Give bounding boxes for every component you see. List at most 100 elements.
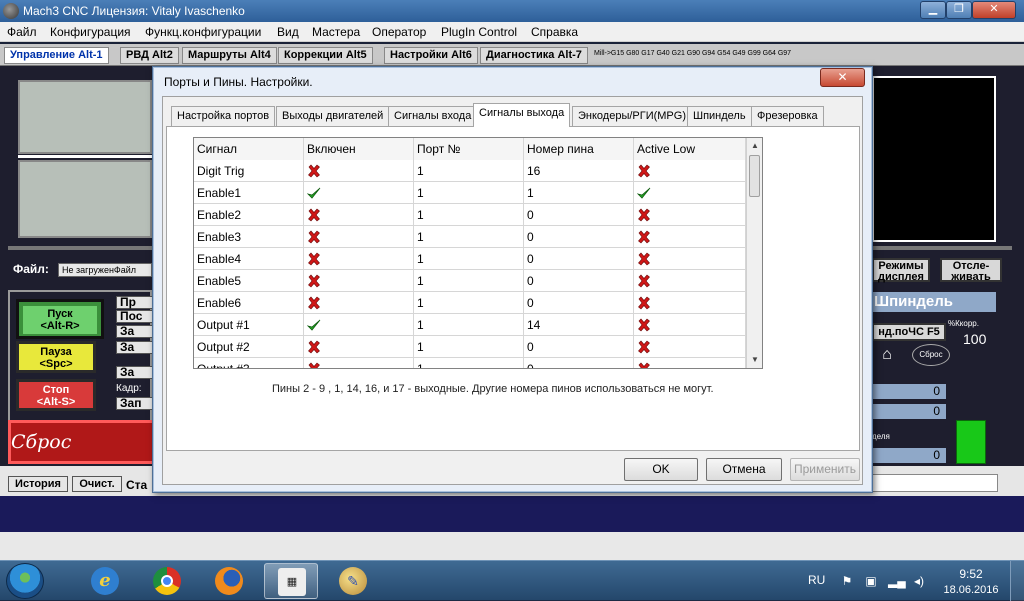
stop-button[interactable]: Стоп <Alt-S> [16,379,96,411]
active-low-cell[interactable] [634,314,746,336]
tab-spindle[interactable]: Шпиндель [687,106,752,126]
clear-button[interactable]: Очист. [72,476,122,492]
enabled-cell[interactable] [304,226,414,248]
show-desktop-button[interactable] [1010,561,1024,601]
signal-cell[interactable]: Enable4 [194,248,304,270]
table-row[interactable]: Enable3 1 0 [194,226,746,248]
pin-cell[interactable]: 0 [524,270,634,292]
enabled-cell[interactable] [304,204,414,226]
close-window-button[interactable]: ✕ [972,1,1016,19]
ok-button[interactable]: OK [624,458,698,481]
port-cell[interactable]: 1 [414,182,524,204]
pin-cell[interactable]: 0 [524,292,634,314]
table-row[interactable]: Digit Trig 1 16 [194,160,746,182]
port-cell[interactable]: 1 [414,292,524,314]
tab-motor-outputs[interactable]: Выходы двигателей [276,106,390,126]
checkmark-icon[interactable] [306,317,321,331]
active-low-cell[interactable] [634,270,746,292]
cross-icon[interactable] [307,229,321,244]
port-cell[interactable]: 1 [414,248,524,270]
menu-help[interactable]: Справка [531,25,578,39]
cross-icon[interactable] [637,339,651,354]
port-cell[interactable]: 1 [414,204,524,226]
home-icon[interactable]: ⌂ [876,346,898,364]
enabled-cell[interactable] [304,270,414,292]
stub-button-4[interactable]: За [116,341,156,354]
active-low-cell[interactable] [634,182,746,204]
enabled-cell[interactable] [304,248,414,270]
cross-icon[interactable] [307,273,321,288]
tab-routes[interactable]: Маршруты Alt4 [182,47,277,64]
enabled-cell[interactable] [304,160,414,182]
pin-cell[interactable]: 1 [524,182,634,204]
feed-hold-button[interactable]: Пауза <Spc> [16,341,96,373]
cross-icon[interactable] [637,251,651,266]
col-pin[interactable]: Номер пина [524,138,634,160]
menu-config[interactable]: Конфигурация [50,25,131,39]
cross-icon[interactable] [637,273,651,288]
pin-cell[interactable]: 0 [524,204,634,226]
signal-cell[interactable]: Enable5 [194,270,304,292]
col-signal[interactable]: Сигнал [194,138,304,160]
col-port[interactable]: Порт № [414,138,524,160]
firefox-icon[interactable] [202,563,256,599]
minimize-button[interactable]: ▁ [920,1,946,19]
stub-button-6[interactable]: Зап [116,397,156,410]
active-low-cell[interactable] [634,292,746,314]
table-row[interactable]: Output #2 1 0 [194,336,746,358]
stub-button-5[interactable]: За [116,366,156,379]
port-cell[interactable]: 1 [414,358,524,368]
menu-file[interactable]: Файл [7,25,37,39]
table-row[interactable]: Enable4 1 0 [194,248,746,270]
tab-offsets[interactable]: Коррекции Alt5 [278,47,373,64]
checkmark-icon[interactable] [306,185,321,199]
tab-rvd[interactable]: РВД Alt2 [120,47,179,64]
scroll-thumb[interactable] [749,155,760,197]
mach3-taskbar-icon[interactable]: ▦ [264,563,318,599]
table-row[interactable]: Output #1 1 14 [194,314,746,336]
checkmark-icon[interactable] [636,185,651,199]
pin-cell[interactable]: 0 [524,226,634,248]
stub-button-3[interactable]: За [116,325,156,338]
cross-icon[interactable] [307,339,321,354]
cancel-button[interactable]: Отмена [706,458,782,481]
tab-encoders-mpg[interactable]: Энкодеры/РГИ(MPG) [572,106,692,126]
pin-cell[interactable]: 0 [524,358,634,368]
cross-icon[interactable] [637,207,651,222]
enabled-cell[interactable] [304,182,414,204]
clock-time[interactable]: 9:52 [944,567,998,581]
device-icon[interactable]: ▣ [864,574,878,588]
volume-icon[interactable]: ◂) [912,574,926,588]
cross-icon[interactable] [307,251,321,266]
tab-output-signals[interactable]: Сигналы выхода [473,103,571,127]
enabled-cell[interactable] [304,314,414,336]
grid-vertical-scrollbar[interactable]: ▲ ▼ [746,138,762,368]
signal-cell[interactable]: Digit Trig [194,160,304,182]
tab-diagnostics[interactable]: Диагностика Alt-7 [480,47,588,64]
follow-button[interactable]: Отсле- живать [940,258,1002,283]
history-button[interactable]: История [8,476,68,492]
pin-cell[interactable]: 0 [524,336,634,358]
signal-cell[interactable]: Output #1 [194,314,304,336]
active-low-cell[interactable] [634,226,746,248]
tab-input-signals[interactable]: Сигналы входа [388,106,478,126]
cross-icon[interactable] [307,361,321,368]
spindle-reset-button[interactable]: Сброс [912,344,950,366]
menu-func-config[interactable]: Функц.конфигурации [145,25,261,39]
active-low-cell[interactable] [634,336,746,358]
table-row[interactable]: Output #3 1 0 [194,358,746,368]
table-row[interactable]: Enable6 1 0 [194,292,746,314]
cycle-start-button[interactable]: Пуск <Alt-R> [16,299,104,339]
signal-cell[interactable]: Enable2 [194,204,304,226]
enabled-cell[interactable] [304,292,414,314]
stub-button-1[interactable]: Пр [116,296,156,309]
active-low-cell[interactable] [634,160,746,182]
signal-cell[interactable]: Output #2 [194,336,304,358]
table-row[interactable]: Enable2 1 0 [194,204,746,226]
pin-cell[interactable]: 16 [524,160,634,182]
tab-port-setup[interactable]: Настройка портов [171,106,276,126]
menu-view[interactable]: Вид [277,25,299,39]
apply-button[interactable]: Применить [790,458,860,481]
dialog-close-button[interactable]: ✕ [820,68,865,87]
enabled-cell[interactable] [304,358,414,368]
